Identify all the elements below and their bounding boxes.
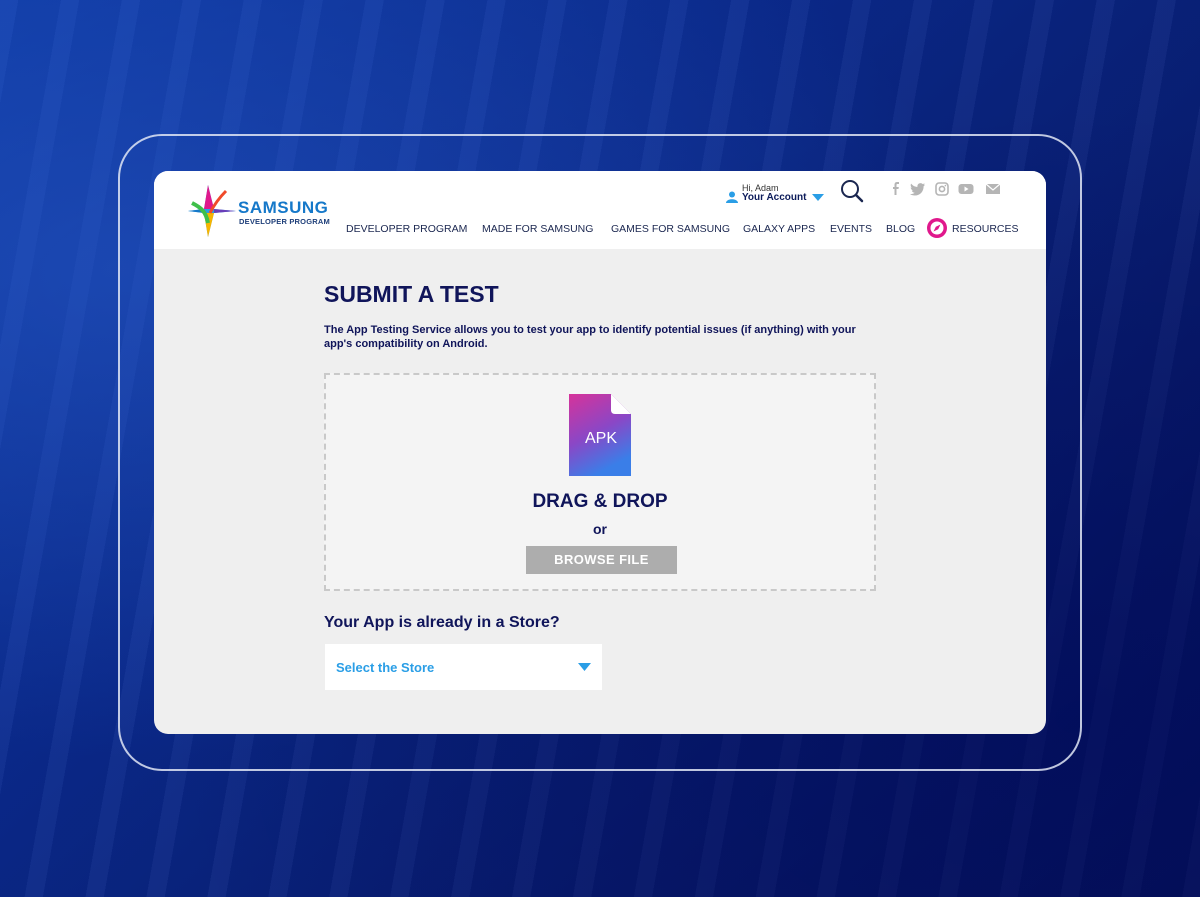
nav-item-events[interactable]: EVENTS <box>830 223 872 235</box>
search-button[interactable] <box>840 179 864 203</box>
nav-item-games-for-samsung[interactable]: GAMES FOR SAMSUNG <box>611 223 730 235</box>
site-header: SAMSUNG DEVELOPER PROGRAM Hi, Adam Your … <box>154 171 1046 249</box>
resources-icon[interactable] <box>926 217 948 239</box>
chevron-down-icon <box>812 194 824 201</box>
nav-item-developer-program[interactable]: DEVELOPER PROGRAM <box>346 223 467 235</box>
nav-item-blog[interactable]: BLOG <box>886 223 915 235</box>
drag-drop-text: DRAG & DROP <box>532 491 668 512</box>
twitter-icon[interactable] <box>910 182 926 196</box>
store-select-placeholder: Select the Store <box>336 660 435 675</box>
browse-file-button[interactable]: BROWSE FILE <box>526 546 677 574</box>
store-question: Your App is already in a Store? <box>324 614 560 631</box>
or-separator: or <box>593 521 607 537</box>
page-description: The App Testing Service allows you to te… <box>324 324 856 350</box>
facebook-icon[interactable] <box>888 182 904 196</box>
brand-name: SAMSUNG <box>238 198 329 217</box>
file-dropzone[interactable]: APK DRAG & DROP or BROWSE FILE <box>324 373 876 591</box>
instagram-icon[interactable] <box>934 182 950 196</box>
apk-file-label: APK <box>584 430 617 447</box>
chevron-down-icon <box>578 663 591 671</box>
nav-item-resources[interactable]: RESOURCES <box>952 223 1019 235</box>
nav-item-galaxy-apps[interactable]: GALAXY APPS <box>743 223 815 235</box>
app-screen: SAMSUNG DEVELOPER PROGRAM Hi, Adam Your … <box>154 171 1046 734</box>
user-icon <box>726 191 738 203</box>
account-label: Your Account <box>742 192 807 203</box>
page-title: SUBMIT A TEST <box>324 281 499 307</box>
mail-icon[interactable] <box>985 182 1001 196</box>
account-menu[interactable]: Hi, Adam Your Account <box>726 183 826 205</box>
store-select[interactable]: Select the Store <box>325 644 602 690</box>
main-nav: DEVELOPER PROGRAM MADE FOR SAMSUNG GAMES… <box>154 223 1046 241</box>
search-icon <box>841 180 864 203</box>
nav-item-made-for-samsung[interactable]: MADE FOR SAMSUNG <box>482 223 593 235</box>
youtube-icon[interactable] <box>958 182 974 196</box>
